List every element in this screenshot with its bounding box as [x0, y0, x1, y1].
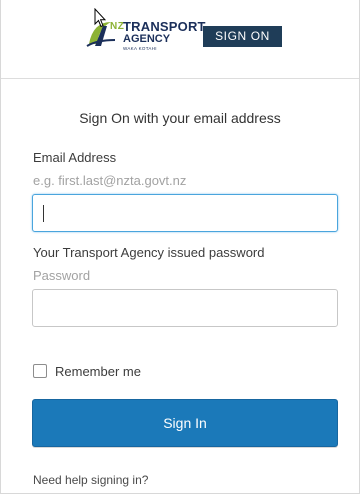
email-hint: e.g. first.last@nzta.govt.nz: [33, 173, 187, 188]
mouse-pointer-icon: [94, 8, 106, 28]
password-hint: Password: [33, 268, 91, 283]
nzta-logo: NZ TRANSPORT AGENCY WAKA KOTAHI SIGN ON: [85, 16, 285, 56]
checkbox-unchecked-icon[interactable]: [33, 364, 47, 378]
form-title: Sign On with your email address: [79, 110, 281, 126]
header: NZ TRANSPORT AGENCY WAKA KOTAHI SIGN ON: [1, 0, 359, 79]
remember-me-label[interactable]: Remember me: [55, 364, 141, 379]
sign-on-badge: SIGN ON: [203, 26, 282, 47]
text-caret: [43, 205, 44, 222]
brand-transport: TRANSPORT: [123, 19, 206, 34]
email-input[interactable]: [32, 194, 338, 232]
brand-tagline: WAKA KOTAHI: [123, 46, 157, 51]
brand-agency: AGENCY: [123, 33, 171, 45]
email-label: Email Address: [33, 150, 117, 165]
sign-on-card: NZ TRANSPORT AGENCY WAKA KOTAHI SIGN ON …: [0, 0, 360, 494]
help-link[interactable]: Need help signing in?: [33, 473, 148, 487]
sign-in-button[interactable]: Sign In: [32, 399, 338, 447]
password-label: Your Transport Agency issued password: [33, 245, 265, 260]
password-input[interactable]: [32, 289, 338, 327]
